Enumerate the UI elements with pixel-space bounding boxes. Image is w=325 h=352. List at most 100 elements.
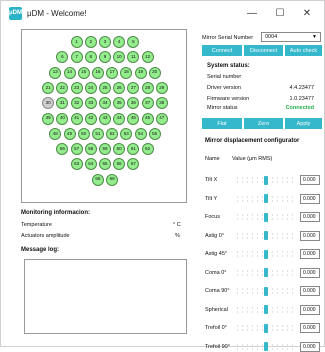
actuator-18[interactable]: 18 [120,66,133,79]
actuator-2[interactable]: 2 [84,36,97,48]
mode-value-input[interactable]: 0.000 [300,212,320,222]
actuator-10[interactable]: 10 [113,51,126,64]
actuator-52[interactable]: 52 [106,127,119,140]
actuator-15[interactable]: 15 [77,66,90,79]
actuator-55[interactable]: 55 [148,127,161,140]
slider-thumb[interactable] [264,305,268,314]
actuator-69[interactable]: 69 [106,173,119,186]
actuator-16[interactable]: 16 [91,66,104,79]
actuator-30[interactable]: 30 [42,97,55,110]
actuator-35[interactable]: 35 [113,97,126,110]
actuator-62[interactable]: 62 [141,143,154,156]
actuator-20[interactable]: 20 [148,66,161,79]
actuator-26[interactable]: 26 [113,81,126,94]
actuator-9[interactable]: 9 [99,51,111,64]
mode-value-input[interactable]: 0.000 [300,193,320,204]
actuator-43[interactable]: 43 [99,112,111,125]
actuator-4[interactable]: 4 [113,36,126,48]
actuator-48[interactable]: 48 [49,127,62,140]
slider-thumb[interactable] [264,231,268,240]
slider-thumb[interactable] [264,268,268,277]
mode-value-input[interactable]: 0.000 [300,304,320,315]
slider-thumb[interactable] [264,286,268,296]
configurator-title: Mirror displacement configurator [205,138,300,144]
minimize-button[interactable]: — [241,5,263,21]
actuator-23[interactable]: 23 [70,81,83,94]
mode-value-input[interactable]: 0.000 [300,249,320,259]
actuator-31[interactable]: 31 [56,97,69,110]
actuator-54[interactable]: 54 [134,127,147,140]
actuator-66[interactable]: 66 [113,158,126,171]
slider-thumb[interactable] [264,323,268,333]
actuator-8[interactable]: 8 [84,51,97,64]
actuator-41[interactable]: 41 [70,112,83,125]
actuator-12[interactable]: 12 [141,51,154,64]
slider-thumb[interactable] [264,175,268,185]
zero-button[interactable]: Zero [244,118,283,129]
actuator-22[interactable]: 22 [56,81,69,94]
actuator-44[interactable]: 44 [113,112,126,125]
actuator-63[interactable]: 63 [70,158,83,171]
actuator-56[interactable]: 56 [56,143,69,156]
slider-thumb[interactable] [264,194,268,203]
actuator-11[interactable]: 11 [127,51,140,64]
actuator-37[interactable]: 37 [141,97,154,110]
actuator-1[interactable]: 1 [70,36,83,48]
actuator-14[interactable]: 14 [63,66,76,79]
actuator-60[interactable]: 60 [113,143,126,156]
actuator-58[interactable]: 58 [84,143,97,156]
actuator-45[interactable]: 45 [127,112,140,125]
mode-value-input[interactable]: 0.000 [300,286,320,296]
minimize-icon: — [247,7,257,19]
actuator-13[interactable]: 13 [49,66,62,79]
serial-number-select[interactable]: 0004 ▼ [261,32,321,42]
actuator-50[interactable]: 50 [77,127,90,140]
slider-thumb[interactable] [264,212,268,222]
mode-value-input[interactable]: 0.000 [300,230,320,241]
actuator-24[interactable]: 24 [84,81,97,94]
actuator-21[interactable]: 21 [42,81,55,94]
actuator-34[interactable]: 34 [99,97,111,110]
actuator-67[interactable]: 67 [127,158,140,171]
actuator-65[interactable]: 65 [99,158,111,171]
disconnect-button[interactable]: Disconnect [244,45,283,56]
actuator-19[interactable]: 19 [134,66,147,79]
auto-check-button[interactable]: Auto check [285,45,322,56]
actuator-57[interactable]: 57 [70,143,83,156]
actuator-25[interactable]: 25 [99,81,111,94]
actuator-49[interactable]: 49 [63,127,76,140]
actuator-29[interactable]: 29 [155,81,168,94]
actuator-46[interactable]: 46 [141,112,154,125]
actuator-51[interactable]: 51 [91,127,104,140]
actuator-32[interactable]: 32 [70,97,83,110]
actuator-47[interactable]: 47 [155,112,168,125]
slider-thumb[interactable] [264,249,268,259]
actuator-6[interactable]: 6 [56,51,69,64]
mode-value-input[interactable]: 0.000 [300,175,320,185]
actuator-59[interactable]: 59 [99,143,111,156]
mode-value-input[interactable]: 0.000 [300,323,320,333]
actuator-64[interactable]: 64 [84,158,97,171]
actuator-36[interactable]: 36 [127,97,140,110]
actuator-28[interactable]: 28 [141,81,154,94]
maximize-button[interactable]: ☐ [269,5,291,21]
actuator-53[interactable]: 53 [120,127,133,140]
actuator-68[interactable]: 68 [91,173,104,186]
actuator-39[interactable]: 39 [42,112,55,125]
actuator-5[interactable]: 5 [127,36,140,48]
actuator-27[interactable]: 27 [127,81,140,94]
mode-value-input[interactable]: 0.000 [300,267,320,278]
flat-button[interactable]: Flat [202,118,242,129]
apply-button[interactable]: Apply [285,118,322,129]
message-log-area[interactable] [24,259,187,334]
close-button[interactable]: ✕ [296,5,318,21]
actuator-7[interactable]: 7 [70,51,83,64]
connect-button[interactable]: Connect [202,45,242,56]
actuator-33[interactable]: 33 [84,97,97,110]
actuator-3[interactable]: 3 [99,36,111,48]
actuator-17[interactable]: 17 [106,66,119,79]
actuator-42[interactable]: 42 [84,112,97,125]
actuator-38[interactable]: 38 [155,97,168,110]
actuator-61[interactable]: 61 [127,143,140,156]
actuator-40[interactable]: 40 [56,112,69,125]
